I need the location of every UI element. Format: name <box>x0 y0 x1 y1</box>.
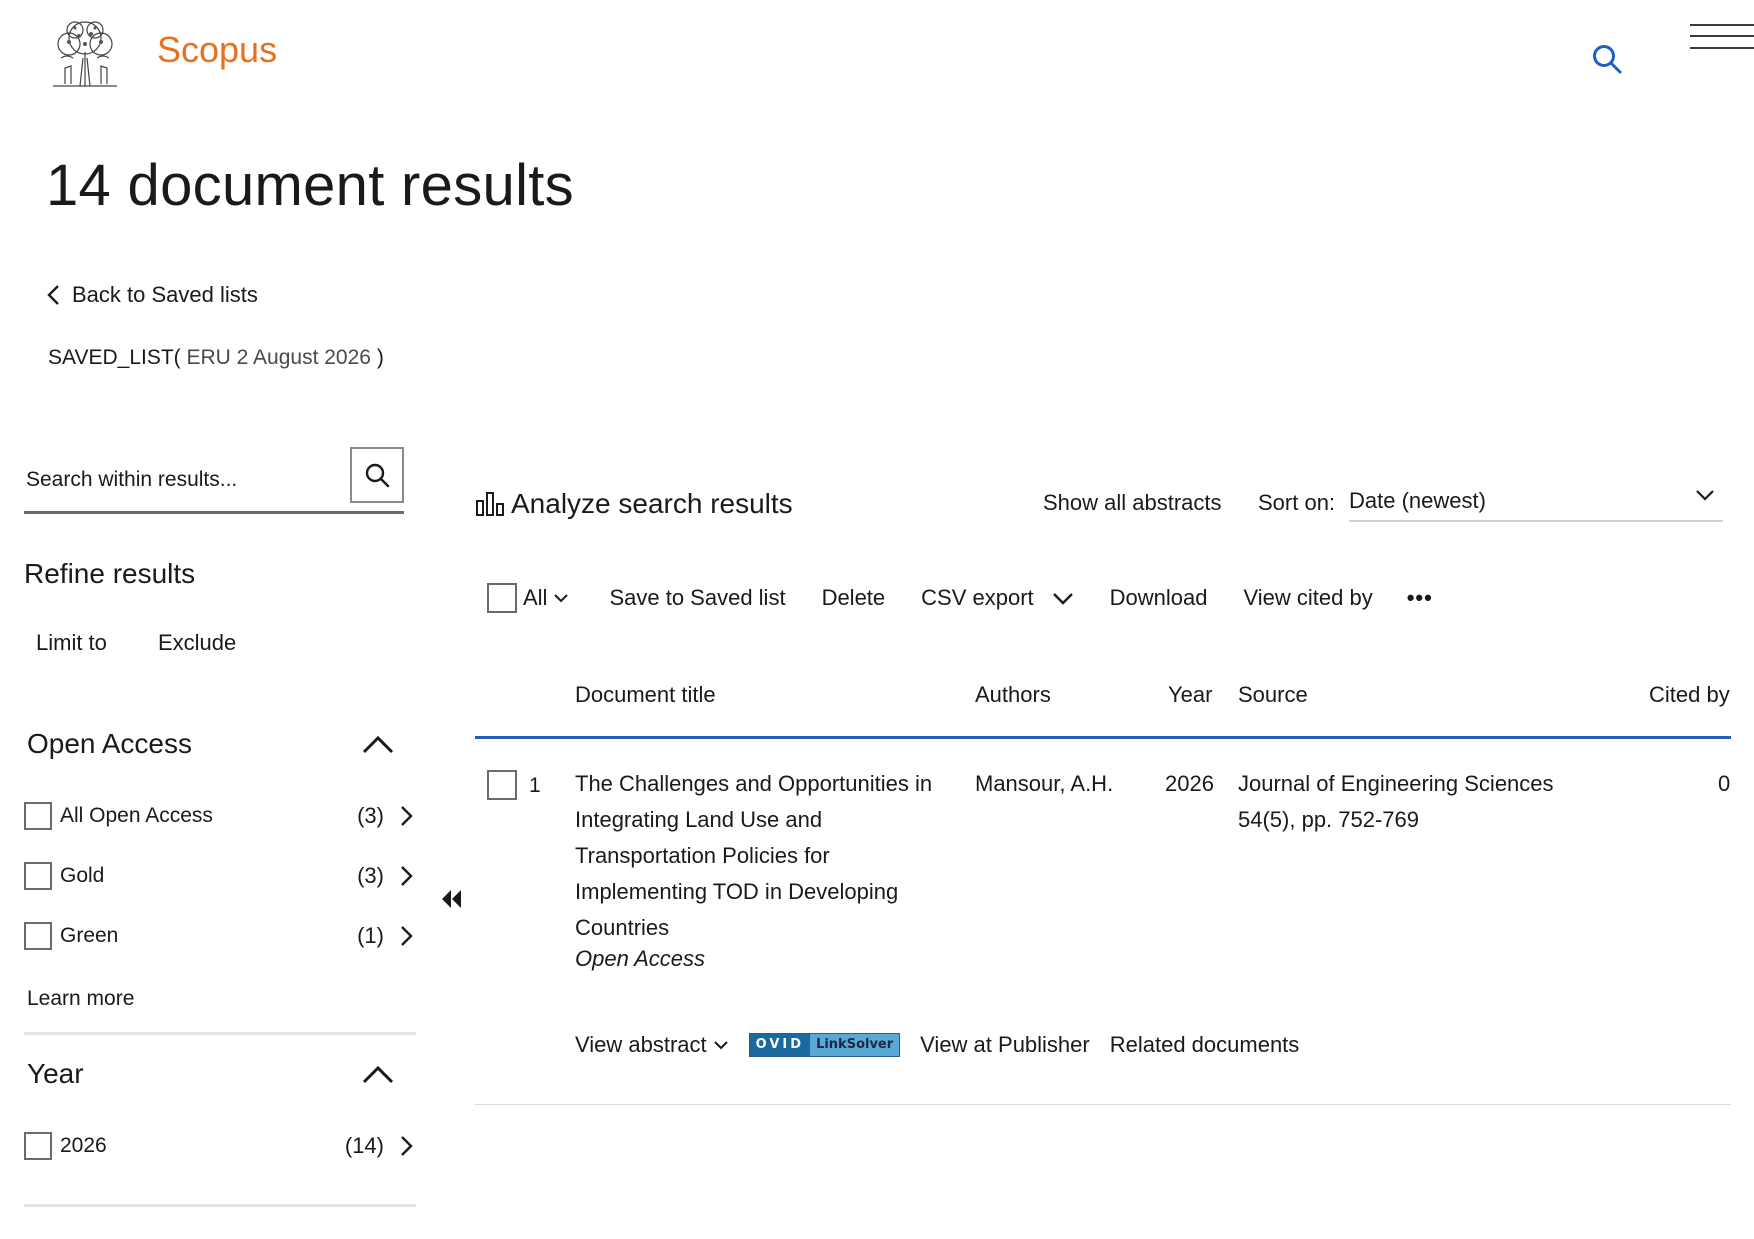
facet-option-count: (3) <box>357 803 384 828</box>
view-at-publisher-link[interactable]: View at Publisher <box>920 1032 1090 1058</box>
row-source: Journal of Engineering Sciences 54(5), p… <box>1238 766 1638 838</box>
chevron-right-icon[interactable] <box>400 805 414 827</box>
chevron-up-icon[interactable] <box>362 734 394 754</box>
search-within-results <box>24 447 404 514</box>
facet-option-all-open-access: All Open Access (3) <box>24 798 414 834</box>
chevron-down-icon <box>1052 593 1073 605</box>
checkbox[interactable] <box>24 802 52 830</box>
analyze-label: Analyze search results <box>511 488 793 519</box>
facet-title-year: Year <box>27 1058 84 1089</box>
sort-select[interactable]: Date (newest) <box>1349 480 1723 522</box>
chevron-right-icon[interactable] <box>400 925 414 947</box>
row-actions: View abstract OVID LinkSolver View at Pu… <box>575 1032 1299 1058</box>
chevron-right-icon[interactable] <box>400 1135 414 1157</box>
chevron-down-icon <box>554 594 569 603</box>
facet-option-count: (3) <box>357 863 384 888</box>
saved-list-prefix: SAVED_LIST( <box>48 346 181 369</box>
save-to-saved-list-button[interactable]: Save to Saved list <box>609 585 785 611</box>
column-header-cited-by[interactable]: Cited by <box>1649 682 1730 708</box>
row-number: 1 <box>529 774 541 797</box>
chevron-down-icon <box>713 1041 728 1050</box>
sort-value: Date (newest) <box>1349 488 1486 513</box>
facet-option-label: 2026 <box>60 1134 107 1157</box>
checkbox[interactable] <box>24 1132 52 1160</box>
download-button[interactable]: Download <box>1110 585 1208 611</box>
column-header-title[interactable]: Document title <box>575 682 716 708</box>
checkbox[interactable] <box>24 922 52 950</box>
learn-more-link[interactable]: Learn more <box>27 987 134 1011</box>
exclude-button[interactable]: Exclude <box>158 630 236 656</box>
more-options-icon[interactable]: ••• <box>1407 585 1433 611</box>
view-cited-by-button[interactable]: View cited by <box>1244 585 1373 611</box>
checkbox[interactable] <box>24 862 52 890</box>
back-to-saved-lists-link[interactable]: Back to Saved lists <box>46 282 258 308</box>
facet-option-gold: Gold (3) <box>24 858 414 894</box>
collapse-sidebar-icon[interactable] <box>440 888 464 910</box>
search-icon <box>365 463 390 488</box>
csv-export-label: CSV export <box>921 585 1034 610</box>
row-cited-by[interactable]: 0 <box>1718 766 1730 802</box>
select-all-dropdown[interactable]: All <box>523 585 569 611</box>
column-header-year[interactable]: Year <box>1168 682 1212 708</box>
row-divider <box>475 1104 1731 1105</box>
results-toolbar: All Save to Saved list Delete CSV export… <box>487 580 1433 616</box>
delete-button[interactable]: Delete <box>822 585 886 611</box>
select-all-checkbox[interactable] <box>487 583 517 613</box>
scopus-logo-text: Scopus <box>157 29 278 70</box>
source-title-link[interactable]: Journal of Engineering Sciences <box>1238 766 1638 802</box>
saved-list-label: SAVED_LIST( ERU 2 August 2026 ) <box>48 346 384 370</box>
page-title: 14 document results <box>46 153 574 218</box>
facet-title-open-access: Open Access <box>27 728 192 759</box>
chevron-down-icon <box>1695 488 1715 502</box>
facet-option-count: (1) <box>357 923 384 948</box>
chevron-up-icon[interactable] <box>362 1064 394 1084</box>
open-access-tag: Open Access <box>575 946 706 971</box>
analyze-search-results-button[interactable]: Analyze search results <box>475 488 793 520</box>
saved-list-suffix: ) <box>376 346 384 369</box>
search-within-button[interactable] <box>350 447 404 503</box>
back-link-label: Back to Saved lists <box>72 282 258 307</box>
chevron-right-icon[interactable] <box>400 865 414 887</box>
facet-option-count: (14) <box>344 1133 384 1158</box>
bar-chart-icon <box>476 492 504 516</box>
facet-divider <box>24 1032 416 1035</box>
sort-label: Sort on: <box>1258 490 1336 515</box>
view-abstract-label: View abstract <box>575 1032 707 1057</box>
facet-option-label: All Open Access <box>60 804 213 827</box>
column-header-authors[interactable]: Authors <box>975 682 1051 708</box>
source-details: 54(5), pp. 752-769 <box>1238 807 1420 832</box>
view-abstract-button[interactable]: View abstract <box>575 1032 729 1058</box>
search-icon[interactable] <box>1592 44 1622 74</box>
facet-option-label: Gold <box>60 864 105 887</box>
elsevier-tree-logo-icon <box>53 21 117 87</box>
refine-results-heading: Refine results <box>24 558 196 589</box>
select-all-label: All <box>523 585 548 610</box>
brand[interactable]: Scopus <box>47 18 277 88</box>
row-year: 2026 <box>1165 771 1214 796</box>
hamburger-menu-icon[interactable] <box>1690 22 1754 52</box>
document-title-link[interactable]: The Challenges and Opportunities in Inte… <box>575 766 955 946</box>
linksolver-logo-text: LinkSolver <box>810 1034 900 1056</box>
ovid-linksolver-button[interactable]: OVID LinkSolver <box>748 1033 901 1057</box>
author-link[interactable]: Mansour, A.H. <box>975 766 1113 802</box>
facet-divider <box>24 1204 416 1207</box>
table-header-rule <box>475 736 1731 739</box>
limit-to-button[interactable]: Limit to <box>36 630 107 656</box>
ovid-logo-text: OVID <box>749 1034 811 1056</box>
saved-list-name: ERU 2 August 2026 <box>186 346 371 369</box>
search-within-input[interactable] <box>24 467 328 493</box>
facet-option-green: Green (1) <box>24 918 414 954</box>
facet-option-label: Green <box>60 924 119 947</box>
related-documents-link[interactable]: Related documents <box>1110 1032 1300 1058</box>
column-header-source[interactable]: Source <box>1238 682 1308 708</box>
row-checkbox[interactable] <box>487 770 517 800</box>
show-all-abstracts-button[interactable]: Show all abstracts <box>1043 490 1222 516</box>
facet-option-2026: 2026 (14) <box>24 1128 414 1164</box>
csv-export-button[interactable]: CSV export <box>921 585 1074 611</box>
chevron-left-icon <box>47 285 59 305</box>
